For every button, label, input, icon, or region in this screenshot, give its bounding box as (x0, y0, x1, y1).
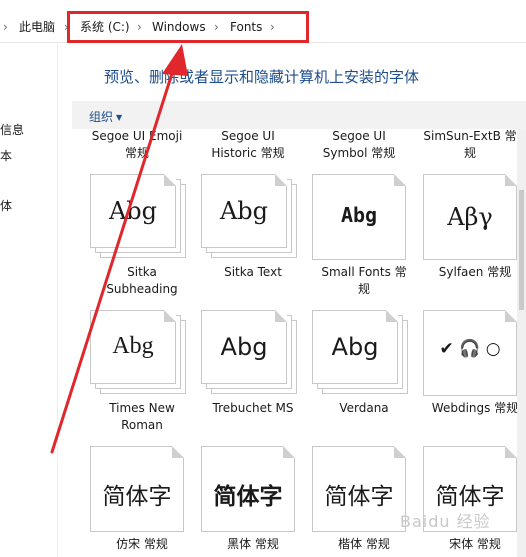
page-fold (283, 446, 295, 458)
font-name-line: 楷体 常规 (338, 537, 390, 551)
font-preview-glyph: Abg (331, 333, 379, 361)
font-name-label: Sitka Subheading (82, 264, 202, 298)
font-preview-glyph: Abg (220, 333, 268, 361)
font-name-label: 楷体 常规 (304, 536, 424, 553)
font-preview-glyph: 简体字 (435, 484, 505, 510)
font-file-icon: Αβγ (423, 174, 526, 262)
font-sheet: 简体字 (201, 446, 295, 532)
scrollbar-thumb[interactable] (519, 190, 524, 310)
page-fold (386, 310, 398, 322)
font-name-line: Sylfaen 常规 (438, 265, 512, 279)
font-name-line: Subheading (106, 282, 178, 296)
command-bar: 组织 ▼ (72, 101, 526, 129)
watermark: Baidu 经验 (400, 512, 491, 531)
font-preview-glyph: 简体字 (102, 484, 172, 510)
font-name-line: 仿宋 常规 (116, 537, 168, 551)
font-file-icon: Abg (312, 310, 416, 398)
font-preview-glyph: Abg (219, 197, 269, 225)
font-preview-glyph: Αβγ (447, 203, 493, 231)
font-file-icon: Abg (90, 310, 194, 398)
font-name-label: Sitka Text (193, 264, 313, 281)
font-name-line: Verdana (339, 401, 389, 415)
font-name-line: Roman (121, 418, 163, 432)
font-sheet: 简体字 (312, 446, 406, 532)
font-name-line: Times New (109, 401, 175, 415)
font-name-line: 宋体 常规 (449, 537, 501, 551)
font-name-line: 规 (357, 282, 370, 296)
font-sheet: Abg (312, 174, 406, 260)
breadcrumb-this-pc[interactable]: 此电脑 (19, 19, 55, 35)
font-file-icon: ✔ 🎧 ○ (423, 310, 526, 398)
font-sheet: 简体字 (90, 446, 184, 532)
font-name-label: Small Fonts 常规 (304, 264, 424, 298)
highlight-box (67, 11, 309, 43)
organize-label: 组织 (89, 110, 114, 124)
font-name-label: Webdings 常规 (415, 400, 526, 417)
breadcrumb-separator: › (3, 20, 8, 34)
chevron-down-icon: ▼ (116, 113, 123, 122)
page-fold (505, 310, 517, 322)
page-fold (505, 446, 517, 458)
font-preview-glyph: Abg (112, 333, 154, 359)
nav-divider (57, 42, 58, 557)
font-preview-glyph: Abg (340, 203, 378, 227)
page-fold (275, 174, 287, 186)
font-label-partial[interactable]: Segoe UI Symbol 常规 (299, 128, 419, 162)
page-fold (394, 174, 406, 186)
font-file-icon: 简体字 (90, 446, 194, 534)
page-fold (505, 174, 517, 186)
font-name-line: Sitka Text (224, 265, 282, 279)
font-sheet: Abg (312, 310, 398, 384)
font-label-partial[interactable]: Segoe UI Emoji 常规 (77, 128, 197, 162)
font-sheet: Abg (201, 174, 287, 248)
nav-item-fragment[interactable]: 本 (0, 147, 12, 164)
font-sheet: Abg (201, 310, 287, 384)
font-label-partial[interactable]: SimSun-ExtB 常规 (410, 128, 526, 162)
font-name-label: Times New Roman (82, 400, 202, 434)
font-sheet: Abg (90, 310, 176, 384)
font-sheet: Abg (90, 174, 176, 248)
font-preview-glyph: 简体字 (213, 484, 283, 510)
font-name-label: 宋体 常规 (415, 536, 526, 553)
page-fold (164, 174, 176, 186)
font-name-label: 仿宋 常规 (82, 536, 202, 553)
page-fold (164, 310, 176, 322)
font-file-icon: Abg (201, 174, 305, 262)
nav-item-fragment[interactable]: 信息 (0, 121, 24, 138)
page-title: 预览、删除或者显示和隐藏计算机上安装的字体 (104, 68, 420, 86)
font-name-label: Verdana (304, 400, 424, 417)
font-name-label: Trebuchet MS (193, 400, 313, 417)
font-name-line: 黑体 常规 (227, 537, 279, 551)
page-fold (275, 310, 287, 322)
font-preview-glyph: ✔ 🎧 ○ (439, 339, 501, 359)
nav-item-fragment[interactable]: 体 (0, 197, 12, 214)
font-name-label: 黑体 常规 (193, 536, 313, 553)
font-name-line: Small Fonts 常 (321, 265, 407, 279)
page-fold (394, 446, 406, 458)
font-name-line: Webdings 常规 (431, 401, 519, 415)
font-file-icon: Abg (312, 174, 416, 262)
font-label-partial[interactable]: Segoe UI Historic 常规 (188, 128, 308, 162)
page-fold (172, 446, 184, 458)
font-preview-glyph: 简体字 (324, 484, 394, 510)
font-name-label: Sylfaen 常规 (415, 264, 526, 281)
font-preview-glyph: Abg (108, 197, 158, 225)
organize-button[interactable]: 组织 ▼ (89, 108, 122, 125)
font-file-icon: 简体字 (201, 446, 305, 534)
font-file-icon: Abg (90, 174, 194, 262)
font-sheet: ✔ 🎧 ○ (423, 310, 517, 396)
font-file-icon: Abg (201, 310, 305, 398)
font-name-line: Sitka (127, 265, 157, 279)
font-name-line: Trebuchet MS (212, 401, 294, 415)
font-sheet: Αβγ (423, 174, 517, 260)
